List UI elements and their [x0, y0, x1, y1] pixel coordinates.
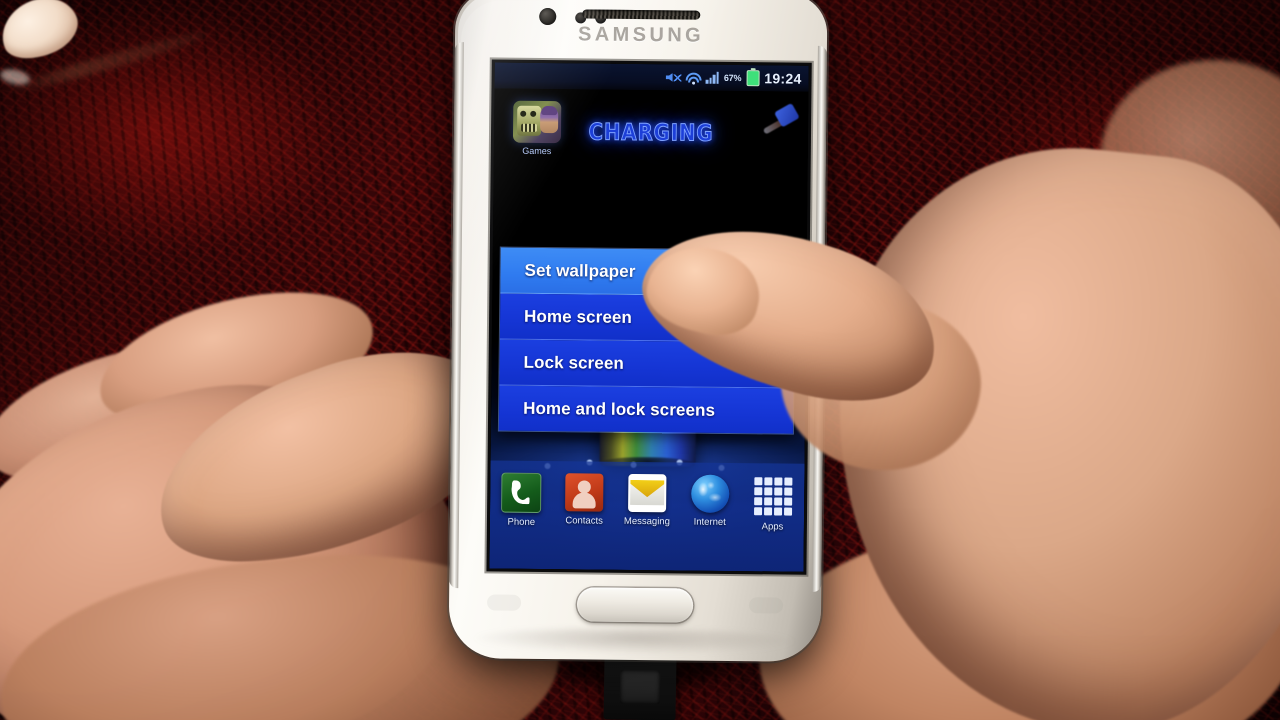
mute-vibrate-icon	[666, 71, 682, 84]
charging-text: CHARGING	[588, 119, 714, 147]
status-bar-clock: 19:24	[764, 70, 802, 87]
messaging-icon	[628, 473, 667, 513]
dock-label-messaging: Messaging	[623, 515, 670, 528]
scene: SAMSUNG 67% 19:24 Games CHARGING Set wal…	[0, 0, 1280, 720]
dock-item-apps[interactable]: Apps	[743, 475, 802, 533]
dock-label-phone: Phone	[507, 516, 536, 528]
status-bar: 67% 19:24	[494, 62, 809, 92]
wifi-icon	[685, 71, 702, 85]
samsung-brand-label: SAMSUNG	[577, 23, 705, 47]
phone-icon	[501, 472, 542, 513]
usb-charging-cable	[603, 655, 677, 720]
games-label: Games	[522, 145, 552, 157]
dock-label-apps: Apps	[761, 521, 784, 533]
earpiece-speaker	[582, 9, 701, 20]
dock: Phone Contacts Messaging Internet Apps	[489, 460, 805, 572]
dialog-option-home-and-lock-screens[interactable]: Home and lock screens	[498, 385, 794, 434]
home-button[interactable]	[576, 587, 694, 623]
dock-label-internet: Internet	[693, 516, 726, 528]
battery-percent-label: 67%	[723, 72, 742, 84]
dock-label-contacts: Contacts	[565, 515, 603, 527]
dock-item-internet[interactable]: Internet	[681, 474, 740, 528]
dock-item-phone[interactable]: Phone	[492, 472, 551, 528]
apps-grid-icon	[752, 475, 794, 517]
cellular-signal-icon	[705, 71, 719, 84]
menu-capacitive-key[interactable]	[487, 594, 522, 611]
battery-icon	[746, 70, 760, 87]
back-capacitive-key[interactable]	[748, 597, 784, 614]
contacts-icon	[565, 473, 604, 512]
dock-item-messaging[interactable]: Messaging	[618, 473, 677, 528]
internet-globe-icon	[690, 474, 730, 513]
dock-item-contacts[interactable]: Contacts	[555, 473, 614, 527]
